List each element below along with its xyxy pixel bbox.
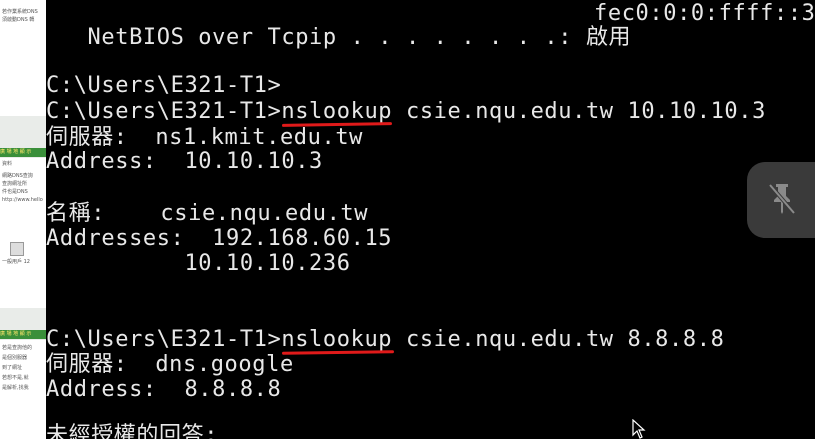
server-line-1: 伺服器: ns1.kmit.edu.tw	[46, 125, 364, 150]
user-label: 一般用戶 12	[2, 259, 30, 265]
address-line-2: Address: 8.8.8.8	[46, 377, 282, 402]
banner-bar-2: 廣 場 地 顯 示	[0, 330, 46, 339]
snippet-2-link[interactable]: http://www.hello	[2, 196, 46, 204]
ipv6-address-line: fec0:0:0:ffff::3	[594, 1, 815, 26]
nslookup-command-1: C:\Users\E321-T1>nslookup csie.nqu.edu.t…	[46, 99, 766, 124]
prompt-line: C:\Users\E321-T1>	[46, 73, 282, 98]
snippet-3-line-1: 若是查詢他的	[2, 345, 33, 351]
address-line-1: Address: 10.10.10.3	[46, 149, 323, 174]
background-browser-window: 若作業系統DNS 須啟動DNS 轉 廣 場 地 顯 示 資料 網路DNS查詢 查…	[0, 0, 46, 439]
nslookup-command-2: C:\Users\E321-T1>nslookup csie.nqu.edu.t…	[46, 327, 725, 352]
snippet-2-line-2: 網路DNS查詢	[2, 173, 33, 179]
snippet-2-line-1: 資料	[2, 161, 13, 167]
nslookup-underline-2	[281, 350, 395, 355]
non-authoritative-answer-line: 未經授權的回答:	[46, 423, 219, 439]
snippet-3-line-5: 是解析,找我	[2, 385, 29, 391]
snippet-1-line-2: 須啟動DNS 轉	[2, 17, 35, 23]
mouse-cursor-icon	[632, 419, 646, 439]
unpin-icon	[769, 183, 795, 215]
netbios-line: NetBIOS over Tcpip . . . . . . . .: 啟用	[46, 25, 632, 50]
snippet-3-line-3: 到了網址	[2, 365, 23, 371]
browser-content-middle: 資料 網路DNS查詢 查詢網址所 件也是DNS http://www.hello…	[0, 158, 46, 308]
snippet-3-line-4: 若想不是,就	[2, 375, 29, 381]
snippet-2-line-3: 查詢網址所	[2, 181, 28, 187]
snippet-2-line-4: 件也是DNS	[2, 189, 28, 195]
command-prompt-window[interactable]: fec0:0:0:ffff::3 NetBIOS over Tcpip . . …	[46, 0, 815, 439]
addresses-line: Addresses: 192.168.60.15	[46, 226, 393, 251]
snippet-1-line-1: 若作業系統DNS	[2, 9, 38, 15]
browser-content-top: 若作業系統DNS 須啟動DNS 轉	[0, 0, 46, 116]
name-line: 名稱: csie.nqu.edu.tw	[46, 201, 369, 226]
server-line-2: 伺服器: dns.google	[46, 352, 294, 377]
snippet-3-line-2: 是個別服器	[2, 355, 28, 361]
unpin-button[interactable]	[747, 162, 815, 238]
browser-content-bottom: 若是查詢他的 是個別服器 到了網址 若想不是,就 是解析,找我	[0, 340, 46, 439]
banner-bar-1: 廣 場 地 顯 示	[0, 148, 46, 157]
addresses-continuation-line: 10.10.10.236	[46, 251, 351, 276]
avatar	[10, 242, 24, 256]
